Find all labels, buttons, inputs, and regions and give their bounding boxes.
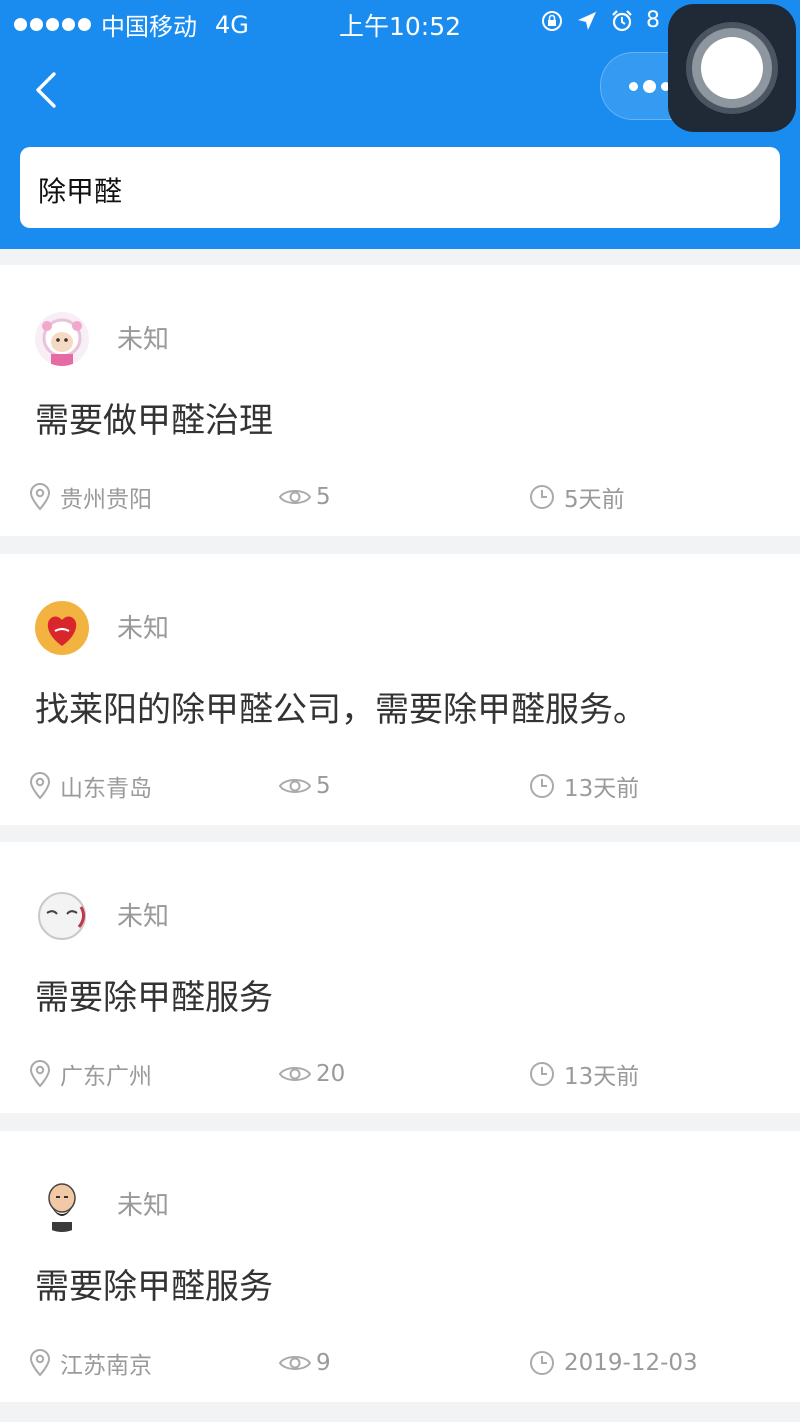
location-pin-icon	[29, 1060, 51, 1088]
clock-icon	[530, 485, 554, 509]
post-time: 13天前	[528, 770, 639, 802]
location-text: 贵州贵阳	[60, 487, 152, 513]
location-text: 山东青岛	[60, 776, 152, 802]
post-title[interactable]: 需要除甲醛服务	[35, 1259, 273, 1308]
time-text: 13天前	[564, 1064, 640, 1090]
post-card[interactable]: 未知 需要除甲醛服务 广东广州 20 13天前	[0, 842, 800, 1113]
views-count: 5	[316, 484, 331, 510]
rotation-lock-icon	[542, 10, 562, 31]
post-author: 未知	[117, 614, 170, 644]
eye-icon	[278, 1356, 312, 1370]
post-time: 5天前	[528, 481, 625, 513]
location-pin-icon	[29, 1349, 51, 1377]
back-arrow-icon[interactable]	[30, 68, 70, 112]
post-location: 山东青岛	[28, 770, 152, 802]
post-views: 20	[278, 1058, 345, 1090]
sheep-cartoon-avatar	[35, 312, 89, 366]
red-heart-avatar	[35, 601, 89, 655]
post-location: 广东广州	[28, 1058, 152, 1090]
views-count: 9	[316, 1350, 331, 1376]
post-author: 未知	[117, 902, 170, 932]
white-face-avatar	[35, 889, 89, 943]
post-title[interactable]: 需要做甲醛治理	[35, 393, 273, 442]
post-title[interactable]: 找莱阳的除甲醛公司，需要除甲醛服务。	[35, 682, 647, 731]
location-arrow-icon	[578, 11, 596, 30]
post-author: 未知	[117, 325, 170, 355]
alarm-clock-icon	[612, 9, 632, 31]
time-text: 5天前	[564, 487, 625, 513]
location-pin-icon	[29, 772, 51, 800]
search-input[interactable]: 除甲醛	[20, 147, 780, 228]
eye-icon	[278, 779, 312, 793]
post-views: 9	[278, 1347, 331, 1379]
time-text: 13天前	[564, 776, 640, 802]
post-time: 13天前	[528, 1058, 639, 1090]
views-count: 5	[316, 773, 331, 799]
battery-percentage: 8	[646, 8, 660, 33]
views-count: 20	[316, 1061, 346, 1087]
assistive-touch-button[interactable]	[668, 4, 796, 132]
eye-icon	[278, 490, 312, 504]
post-title[interactable]: 需要除甲醛服务	[35, 970, 273, 1019]
more-dots-icon	[629, 80, 670, 93]
clock-icon	[530, 1062, 554, 1086]
post-card[interactable]: 未知 找莱阳的除甲醛公司，需要除甲醛服务。 山东青岛 5 13天前	[0, 554, 800, 825]
clock-icon	[530, 1351, 554, 1375]
clock-icon	[530, 774, 554, 798]
location-text: 广东广州	[60, 1064, 152, 1090]
post-card[interactable]: 未知 需要做甲醛治理 贵州贵阳 5 5天前	[0, 265, 800, 536]
location-pin-icon	[29, 483, 51, 511]
post-views: 5	[278, 770, 331, 802]
post-views: 5	[278, 481, 331, 513]
post-card[interactable]: 未知 需要除甲醛服务 江苏南京 9 2019-12-03	[0, 1131, 800, 1402]
location-text: 江苏南京	[60, 1353, 152, 1379]
post-location: 江苏南京	[28, 1347, 152, 1379]
search-query: 除甲醛	[38, 175, 123, 208]
post-author: 未知	[117, 1191, 170, 1221]
post-time: 2019-12-03	[528, 1347, 698, 1379]
eye-icon	[278, 1067, 312, 1081]
time-text: 2019-12-03	[564, 1350, 698, 1376]
post-location: 贵州贵阳	[28, 481, 152, 513]
bearded-man-avatar	[35, 1178, 89, 1232]
